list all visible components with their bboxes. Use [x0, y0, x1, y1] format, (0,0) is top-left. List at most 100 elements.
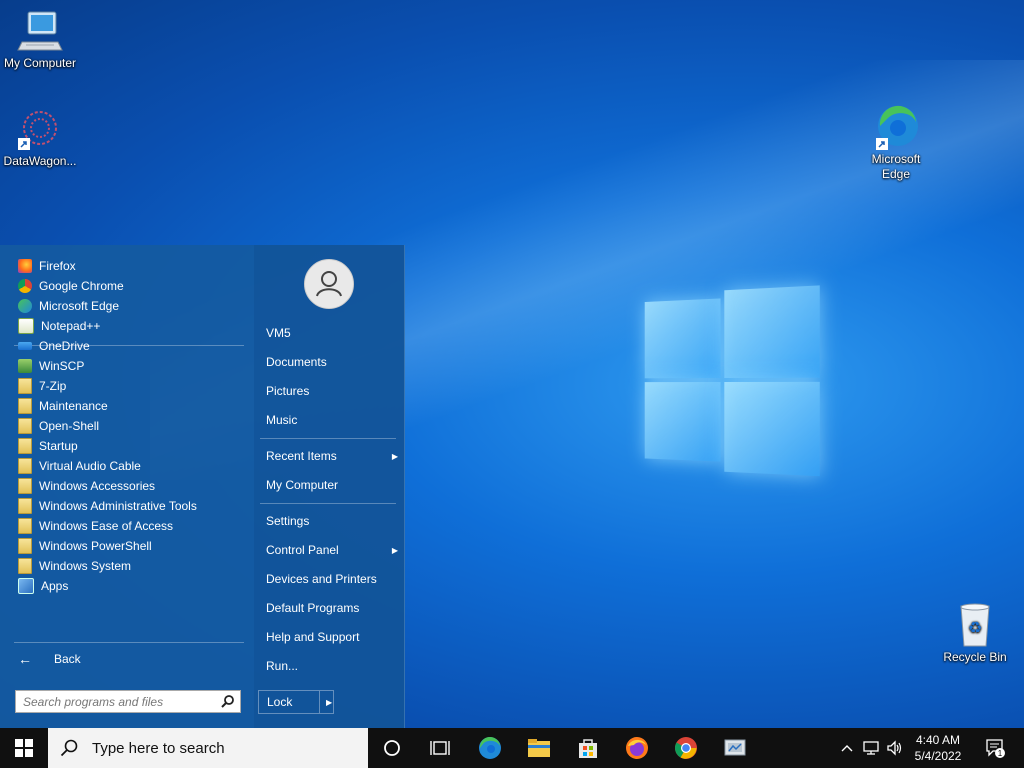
program-item[interactable]: Windows Ease of Access [18, 516, 248, 536]
edge-icon [478, 736, 502, 760]
back-button[interactable]: ← Back [18, 649, 248, 669]
program-item[interactable]: Notepad++ [18, 316, 248, 336]
chevron-right-icon: ▶ [392, 546, 398, 555]
edge-icon [18, 299, 32, 313]
edge-icon [872, 104, 920, 150]
start-recent-items[interactable]: Recent Items ▶ [266, 446, 398, 466]
desktop-icon-label: DataWagon... [0, 154, 80, 169]
program-item[interactable]: Apps [18, 576, 248, 596]
taskbar-clock[interactable]: 4:40 AM 5/4/2022 [906, 732, 970, 764]
start-documents[interactable]: Documents [266, 352, 398, 372]
program-item[interactable]: Windows Accessories [18, 476, 248, 496]
folder-icon [18, 518, 32, 534]
chevron-right-icon: ▶ [392, 452, 398, 461]
menu-separator [260, 438, 396, 439]
desktop-icon-label: Microsoft Edge [866, 152, 926, 182]
start-settings[interactable]: Settings [266, 511, 398, 531]
start-menu-places-panel: VM5 Documents Pictures Music Recent Item… [254, 245, 404, 728]
program-item[interactable]: Google Chrome [18, 276, 248, 296]
back-arrow-icon: ← [18, 651, 38, 667]
clock-time: 4:40 AM [906, 732, 970, 748]
chevron-right-icon[interactable]: ▶ [320, 698, 332, 707]
desktop-icon-microsoft-edge[interactable]: Microsoft Edge [856, 104, 936, 182]
folder-icon [18, 498, 32, 514]
taskbar-edge[interactable] [466, 728, 514, 768]
program-item[interactable]: Windows Administrative Tools [18, 496, 248, 516]
taskbar-search-box[interactable]: Type here to search [48, 728, 368, 768]
program-item[interactable]: Virtual Audio Cable [18, 456, 248, 476]
svg-text:♻: ♻ [968, 618, 982, 637]
start-menu-programs-panel: Firefox Google Chrome Microsoft Edge Not… [0, 245, 254, 728]
apps-icon [18, 578, 34, 594]
desktop-icon-recycle-bin[interactable]: ♻ Recycle Bin [935, 602, 1015, 665]
program-item[interactable]: Open-Shell [18, 416, 248, 436]
start-default-programs[interactable]: Default Programs [266, 598, 398, 618]
program-item[interactable]: 7-Zip [18, 376, 248, 396]
task-view-icon [430, 739, 450, 757]
start-menu: Firefox Google Chrome Microsoft Edge Not… [0, 245, 405, 728]
start-user-name[interactable]: VM5 [266, 323, 398, 343]
start-devices-printers[interactable]: Devices and Printers [266, 569, 398, 589]
folder-icon [18, 458, 32, 474]
volume-button[interactable] [884, 728, 906, 768]
network-icon [862, 740, 880, 756]
start-button[interactable] [0, 728, 48, 768]
start-help-support[interactable]: Help and Support [266, 627, 398, 647]
program-item[interactable]: WinSCP [18, 356, 248, 376]
program-item[interactable]: Microsoft Edge [18, 296, 248, 316]
folder-icon [18, 538, 32, 554]
notepadpp-icon [18, 318, 34, 334]
windows-wallpaper-logo [645, 285, 824, 485]
taskbar-firefox[interactable] [613, 728, 661, 768]
start-run[interactable]: Run... [266, 656, 398, 676]
search-icon [221, 694, 235, 711]
search-icon [60, 739, 78, 757]
chevron-up-icon [841, 744, 853, 752]
windows-icon [15, 739, 33, 757]
user-avatar[interactable] [304, 259, 354, 309]
desktop-icon-my-computer[interactable]: My Computer [0, 8, 80, 71]
onedrive-icon [18, 342, 32, 350]
folder-icon [18, 438, 32, 454]
taskbar-file-explorer[interactable] [515, 728, 563, 768]
menu-separator [14, 642, 244, 643]
folder-icon [18, 378, 32, 394]
program-item[interactable]: Startup [18, 436, 248, 456]
folder-icon [18, 478, 32, 494]
recycle-bin-icon: ♻ [951, 602, 999, 648]
taskbar-store[interactable] [564, 728, 612, 768]
program-item[interactable]: OneDrive [18, 336, 248, 356]
folder-icon [527, 738, 551, 758]
taskbar-chrome[interactable] [662, 728, 710, 768]
cortana-button[interactable] [368, 728, 416, 768]
desktop-icon-datawagon[interactable]: DataWagon... [0, 106, 80, 169]
chrome-icon [674, 736, 698, 760]
clock-date: 5/4/2022 [906, 748, 970, 764]
program-item[interactable]: Firefox [18, 256, 248, 276]
desktop-icon-label: My Computer [0, 56, 80, 71]
start-control-panel[interactable]: Control Panel ▶ [266, 540, 398, 560]
taskbar-app[interactable] [711, 728, 759, 768]
folder-icon [18, 558, 32, 574]
chrome-icon [18, 279, 32, 293]
action-center-button[interactable]: 1 [980, 728, 1010, 768]
network-button[interactable] [860, 728, 882, 768]
menu-separator [260, 503, 396, 504]
lock-button[interactable]: Lock ▶ [258, 690, 334, 714]
start-my-computer[interactable]: My Computer [266, 475, 398, 495]
desktop-icon-label: Recycle Bin [935, 650, 1015, 665]
program-item[interactable]: Windows System [18, 556, 248, 576]
show-hidden-icons-button[interactable] [836, 728, 858, 768]
start-search-input[interactable]: Search programs and files [15, 690, 241, 713]
firefox-icon [18, 259, 32, 273]
program-item[interactable]: Windows PowerShell [18, 536, 248, 556]
start-pictures[interactable]: Pictures [266, 381, 398, 401]
task-view-button[interactable] [416, 728, 464, 768]
speaker-icon [886, 740, 904, 756]
start-music[interactable]: Music [266, 410, 398, 430]
datawagon-icon [16, 106, 64, 152]
folder-icon [18, 398, 32, 414]
taskbar: Type here to search 4:40 AM 5/4/2022 1 [0, 728, 1024, 768]
program-item[interactable]: Maintenance [18, 396, 248, 416]
computer-icon [16, 8, 64, 54]
